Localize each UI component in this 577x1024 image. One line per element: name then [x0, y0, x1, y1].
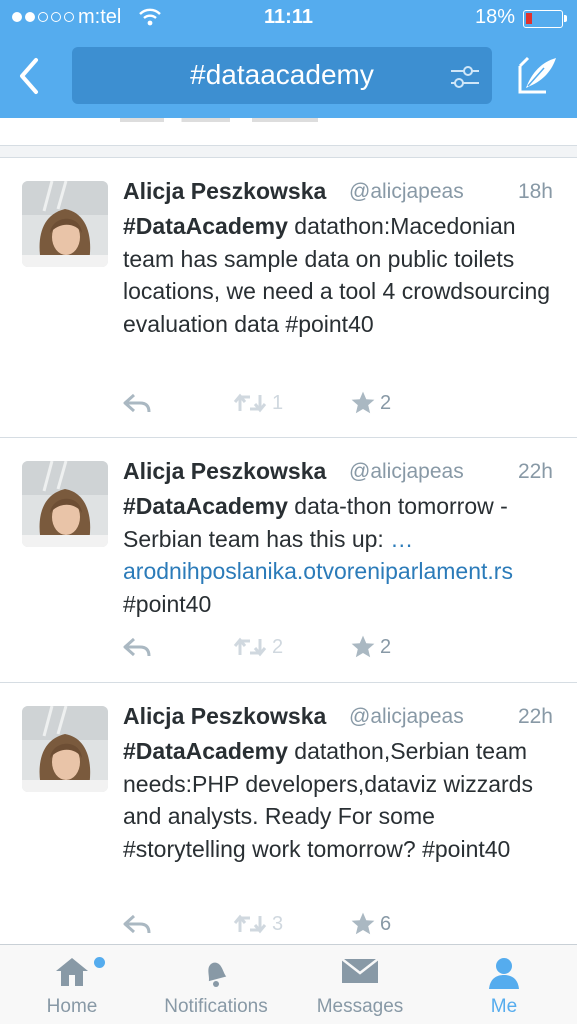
author-name[interactable]: Alicja Peszkowska	[123, 178, 326, 205]
retweet-button[interactable]: 1	[232, 388, 283, 418]
reply-icon	[123, 637, 151, 657]
tab-home-label: Home	[46, 996, 98, 1017]
tweet-timestamp: 22h	[517, 460, 553, 483]
hashtag-link[interactable]: #DataAcademy	[123, 213, 288, 239]
favorite-button[interactable]: 6	[350, 909, 391, 939]
reply-icon	[123, 914, 151, 934]
star-icon	[351, 912, 375, 935]
person-icon	[489, 958, 519, 989]
tweet-actions: 2 2	[122, 632, 422, 662]
search-field[interactable]: #dataacademy	[72, 47, 492, 104]
retweet-count: 3	[272, 912, 284, 935]
search-query: #dataacademy	[190, 59, 374, 90]
reply-icon	[123, 393, 151, 413]
reply-button[interactable]	[122, 909, 152, 939]
tab-notifications[interactable]: Notifications	[150, 945, 282, 1024]
hashtag-link[interactable]: #DataAcademy	[123, 738, 288, 764]
tweet-text: #DataAcademy datathon:Macedonian team ha…	[123, 210, 563, 340]
tweet[interactable]: Alicja Peszkowska @alicjapeas 22h #DataA…	[0, 438, 577, 683]
author-name[interactable]: Alicja Peszkowska	[123, 703, 326, 730]
quill-icon[interactable]	[514, 52, 560, 98]
envelope-icon	[341, 958, 379, 983]
chevron-left-icon[interactable]	[14, 56, 44, 96]
bell-icon	[208, 962, 227, 987]
retweet-count: 1	[272, 391, 284, 414]
tweet-tail-text: #point40	[123, 590, 212, 617]
status-bar: m:tel 11:11 18%	[0, 0, 577, 38]
tweet[interactable]: Alicja Peszkowska @alicjapeas 18h #DataA…	[0, 158, 577, 438]
retweet-icon	[233, 637, 267, 657]
tab-home[interactable]: Home	[22, 945, 122, 1024]
favorite-count: 2	[380, 635, 392, 658]
tab-bar: Home Notifications Messages Me	[0, 944, 577, 1024]
star-icon	[351, 635, 375, 658]
tab-messages-label: Messages	[316, 996, 404, 1017]
navigation-bar: m:tel 11:11 18% #dataacademy	[0, 0, 577, 118]
hashtag-link[interactable]: #DataAcademy	[123, 493, 288, 519]
notification-dot	[94, 957, 105, 968]
tweet-text: #DataAcademy datathon,Serbian team needs…	[123, 735, 563, 865]
favorite-count: 2	[380, 391, 392, 414]
reply-button[interactable]	[122, 632, 152, 662]
author-handle[interactable]: @alicjapeas	[349, 460, 464, 484]
tweet-actions: 3 6	[122, 909, 422, 939]
retweet-button[interactable]: 2	[232, 632, 283, 662]
tweet-actions: 1 2	[122, 388, 422, 418]
tab-me[interactable]: Me	[464, 945, 544, 1024]
tab-notifications-label: Notifications	[164, 996, 268, 1017]
tab-messages[interactable]: Messages	[304, 945, 416, 1024]
author-name[interactable]: Alicja Peszkowska	[123, 458, 326, 485]
avatar[interactable]	[22, 706, 108, 792]
retweet-count: 2	[272, 635, 284, 658]
tweet[interactable]: Alicja Peszkowska @alicjapeas 22h #DataA…	[0, 683, 577, 945]
favorite-count: 6	[380, 912, 392, 935]
timeline-gap	[0, 146, 577, 158]
tweet-text: #DataAcademy data-thon tomorrow - Serbia…	[123, 490, 563, 620]
favorite-button[interactable]: 2	[350, 632, 391, 662]
tab-me-label: Me	[490, 996, 518, 1017]
battery-percentage: 18%	[474, 6, 515, 28]
star-icon	[351, 391, 375, 414]
home-icon	[56, 958, 88, 986]
retweet-icon	[233, 393, 267, 413]
battery-icon	[523, 10, 567, 28]
previous-tweet-fragment	[0, 118, 577, 146]
avatar[interactable]	[22, 181, 108, 267]
retweet-button[interactable]: 3	[232, 909, 283, 939]
tweet-timestamp: 22h	[517, 705, 553, 728]
reply-button[interactable]	[122, 388, 152, 418]
sliders-icon[interactable]	[448, 63, 482, 91]
author-handle[interactable]: @alicjapeas	[349, 180, 464, 204]
tweet-timestamp: 18h	[517, 180, 553, 203]
retweet-icon	[233, 914, 267, 934]
avatar[interactable]	[22, 461, 108, 547]
favorite-button[interactable]: 2	[350, 388, 391, 418]
author-handle[interactable]: @alicjapeas	[349, 705, 464, 729]
